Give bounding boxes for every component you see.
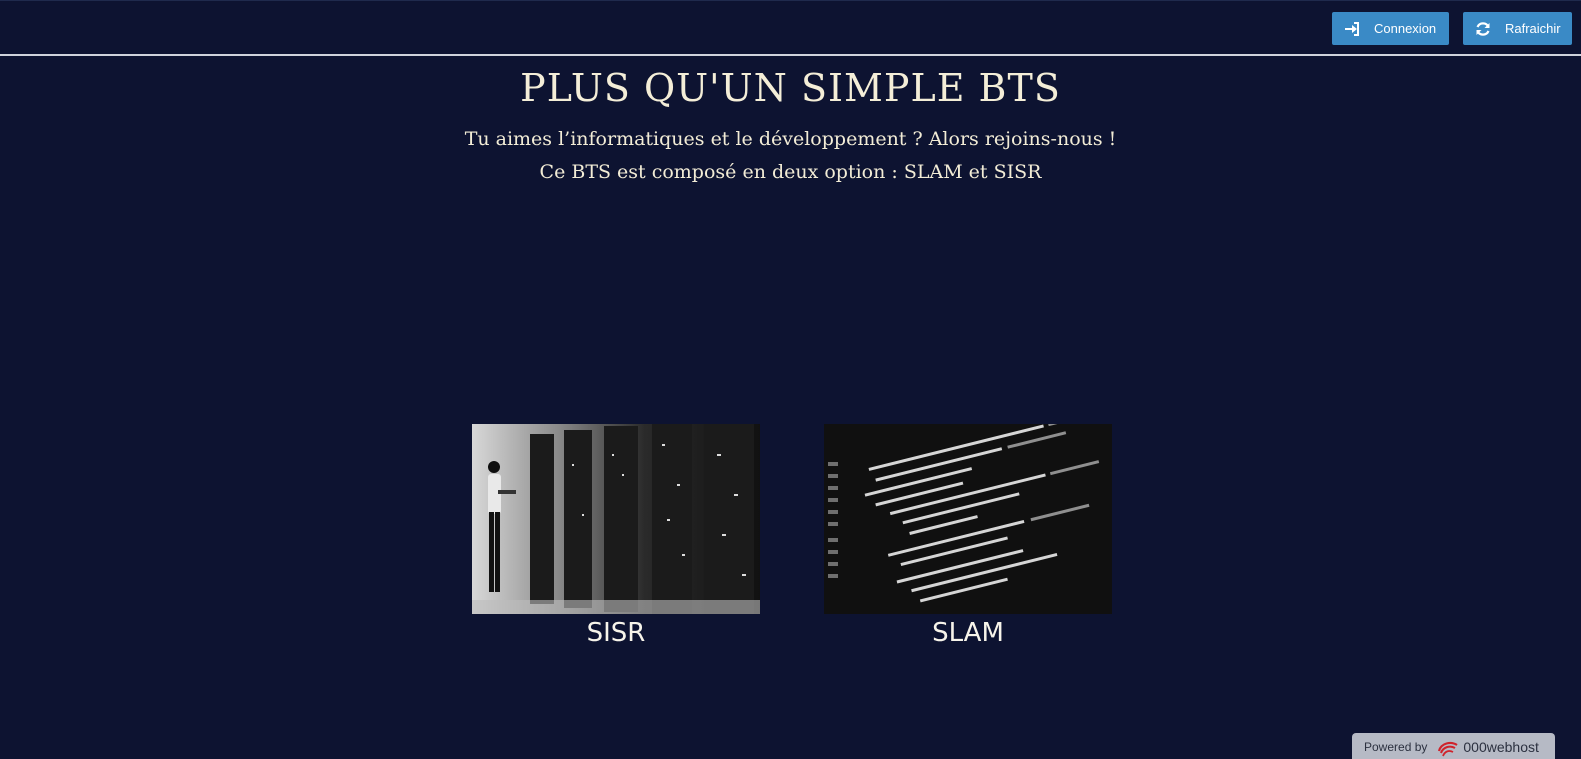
powered-by-brand: 000webhost xyxy=(1463,739,1539,755)
refresh-button[interactable]: Rafraichir xyxy=(1463,12,1572,45)
option-card-sisr[interactable]: SISR xyxy=(472,424,760,648)
server-room-photo[interactable] xyxy=(472,424,760,614)
refresh-button-label: Rafraichir xyxy=(1505,21,1561,36)
powered-by-badge[interactable]: Powered by 000webhost xyxy=(1352,733,1555,759)
000webhost-logo-icon xyxy=(1438,741,1458,757)
top-bar: Connexion Rafraichir xyxy=(0,0,1581,56)
refresh-icon xyxy=(1475,21,1491,37)
login-button-label: Connexion xyxy=(1374,21,1437,36)
hero-options-line: Ce BTS est composé en deux option : SLAM… xyxy=(539,161,1042,183)
page-title: PLUS QU'UN SIMPLE BTS xyxy=(520,66,1061,110)
login-button[interactable]: Connexion xyxy=(1332,12,1449,45)
option-caption-sisr: SISR xyxy=(586,618,646,648)
code-screen-photo[interactable] xyxy=(824,424,1112,614)
hero-tagline: Tu aimes l’informatiques et le développe… xyxy=(464,128,1117,150)
option-card-slam[interactable]: SLAM xyxy=(824,424,1112,648)
sign-in-icon xyxy=(1344,21,1360,37)
powered-by-label: Powered by xyxy=(1364,740,1428,754)
option-caption-slam: SLAM xyxy=(932,618,1004,648)
